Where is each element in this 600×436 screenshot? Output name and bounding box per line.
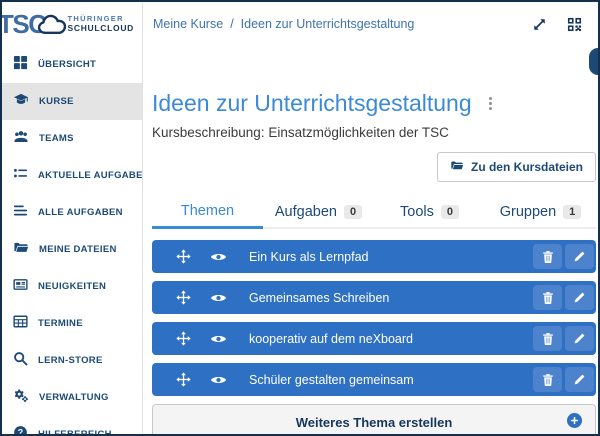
eye-icon[interactable] [210, 374, 227, 386]
app-window: TSC THÜRINGER SCHULCLOUD Meine Kurse / I… [0, 0, 600, 436]
tab-label: Tools [400, 204, 434, 220]
edit-topic-button[interactable] [565, 326, 594, 351]
tab-count-badge: 1 [563, 205, 581, 219]
dashboard-grid-icon [13, 55, 28, 75]
delete-topic-button[interactable] [533, 244, 562, 269]
tab-bar: Themen Aufgaben 0 Tools 0 Gruppen 1 [152, 196, 596, 229]
sidebar: ÜBERSICHT KURSE TEAMS [2, 46, 143, 434]
gears-icon [13, 388, 29, 408]
sidebar-item-hilfebereich[interactable]: ? HILFEBEREICH [2, 416, 142, 434]
calendar-icon [13, 314, 28, 334]
tab-label: Gruppen [500, 204, 556, 220]
main-content: Ideen zur Unterrichtsgestaltung Kursbesc… [144, 46, 598, 434]
help-icon: ? [13, 425, 28, 435]
sidebar-item-aktuelle-aufgaben[interactable]: AKTUELLE AUFGABEN [2, 157, 142, 194]
topic-title: Schüler gestalten gemeinsam [249, 373, 414, 387]
title-row: Ideen zur Unterrichtsgestaltung [152, 90, 596, 117]
sidebar-item-neuigkeiten[interactable]: NEUIGKEITEN [2, 268, 142, 305]
topic-row[interactable]: Gemeinsames Schreiben [152, 281, 596, 314]
kebab-menu-icon[interactable] [486, 94, 495, 113]
eye-icon[interactable] [210, 251, 227, 263]
sidebar-item-label: ALLE AUFGABEN [38, 207, 123, 218]
qr-code-icon[interactable] [567, 17, 582, 32]
sidebar-item-label: HILFEBEREICH [38, 429, 112, 434]
sidebar-item-kurse[interactable]: KURSE [2, 83, 142, 120]
sidebar-item-label: TEAMS [39, 133, 74, 144]
add-topic-button-label: Weiteres Thema erstellen [296, 415, 453, 430]
breadcrumb-current[interactable]: Ideen zur Unterrichtsgestaltung [241, 17, 415, 31]
eye-icon[interactable] [210, 292, 227, 304]
topic-title: Ein Kurs als Lernpfad [249, 250, 369, 264]
task-list-icon [13, 166, 28, 186]
topic-row[interactable]: Schüler gestalten gemeinsam [152, 363, 596, 396]
plus-icon [567, 413, 582, 428]
move-icon[interactable] [176, 331, 191, 346]
sidebar-item-label: MEINE DATEIEN [39, 244, 117, 255]
delete-topic-button[interactable] [533, 367, 562, 392]
tab-gruppen[interactable]: Gruppen 1 [485, 196, 596, 229]
topic-row[interactable]: kooperativ auf dem neXboard [152, 322, 596, 355]
topic-title: kooperativ auf dem neXboard [249, 332, 413, 346]
tab-count-badge: 0 [344, 205, 362, 219]
move-icon[interactable] [176, 290, 191, 305]
edit-topic-button[interactable] [565, 285, 594, 310]
course-description: Kursbeschreibung: Einsatzmöglichkeiten d… [152, 125, 596, 140]
topic-row[interactable]: Ein Kurs als Lernpfad [152, 240, 596, 273]
topbar-icons [532, 17, 582, 32]
delete-topic-button[interactable] [533, 326, 562, 351]
search-icon [13, 351, 28, 371]
sidebar-item-alle-aufgaben[interactable]: ALLE AUFGABEN [2, 194, 142, 231]
top-bar: TSC THÜRINGER SCHULCLOUD Meine Kurse / I… [2, 2, 598, 46]
logo-wordmark: THÜRINGER SCHULCLOUD [68, 14, 135, 33]
tab-themen[interactable]: Themen [152, 196, 263, 229]
app-logo[interactable]: TSC THÜRINGER SCHULCLOUD [2, 2, 143, 46]
tab-aufgaben[interactable]: Aufgaben 0 [263, 196, 374, 229]
edit-topic-button[interactable] [565, 367, 594, 392]
edit-topic-button[interactable] [565, 244, 594, 269]
sidebar-item-label: VERWALTUNG [39, 392, 109, 403]
tab-count-badge: 0 [441, 205, 459, 219]
sidebar-item-label: AKTUELLE AUFGABEN [38, 170, 143, 181]
fullscreen-icon[interactable] [532, 17, 547, 32]
sidebar-item-meine-dateien[interactable]: MEINE DATEIEN [2, 231, 142, 268]
tab-label: Themen [181, 203, 234, 219]
sidebar-item-termine[interactable]: TERMINE [2, 305, 142, 342]
cloud-icon [37, 13, 67, 36]
svg-text:?: ? [18, 427, 23, 434]
breadcrumb: Meine Kurse / Ideen zur Unterrichtsgesta… [153, 17, 414, 31]
newspaper-icon [13, 277, 28, 297]
users-icon [13, 129, 29, 149]
breadcrumb-parent[interactable]: Meine Kurse [153, 17, 223, 31]
tab-tools[interactable]: Tools 0 [374, 196, 485, 229]
course-files-button[interactable]: Zu den Kursdateien [437, 152, 596, 182]
folder-icon [450, 159, 464, 175]
add-topic-button[interactable]: Weiteres Thema erstellen [152, 404, 596, 434]
logo-line1: THÜRINGER [68, 14, 135, 23]
sidebar-item-label: KURSE [39, 96, 74, 107]
sidebar-item-verwaltung[interactable]: VERWALTUNG [2, 379, 142, 416]
course-files-button-label: Zu den Kursdateien [471, 160, 583, 174]
move-icon[interactable] [176, 249, 191, 264]
actions-row: Zu den Kursdateien [152, 152, 596, 182]
breadcrumb-separator: / [230, 17, 233, 31]
topic-list: Ein Kurs als Lernpfad [152, 240, 596, 434]
folder-icon [13, 240, 29, 260]
sidebar-item-teams[interactable]: TEAMS [2, 120, 142, 157]
sidebar-item-lern-store[interactable]: LERN-STORE [2, 342, 142, 379]
delete-topic-button[interactable] [533, 285, 562, 310]
page-title: Ideen zur Unterrichtsgestaltung [152, 90, 472, 117]
sidebar-item-uebersicht[interactable]: ÜBERSICHT [2, 46, 142, 83]
eye-icon[interactable] [210, 333, 227, 345]
move-icon[interactable] [176, 372, 191, 387]
sidebar-item-label: LERN-STORE [38, 355, 103, 366]
sidebar-item-label: NEUIGKEITEN [38, 281, 106, 292]
topic-title: Gemeinsames Schreiben [249, 291, 389, 305]
list-icon [13, 203, 28, 223]
sidebar-item-label: ÜBERSICHT [38, 59, 96, 70]
sidebar-item-label: TERMINE [38, 318, 83, 329]
graduation-cap-icon [13, 92, 29, 112]
logo-line2: SCHULCLOUD [68, 23, 135, 33]
tab-label: Aufgaben [275, 204, 337, 220]
